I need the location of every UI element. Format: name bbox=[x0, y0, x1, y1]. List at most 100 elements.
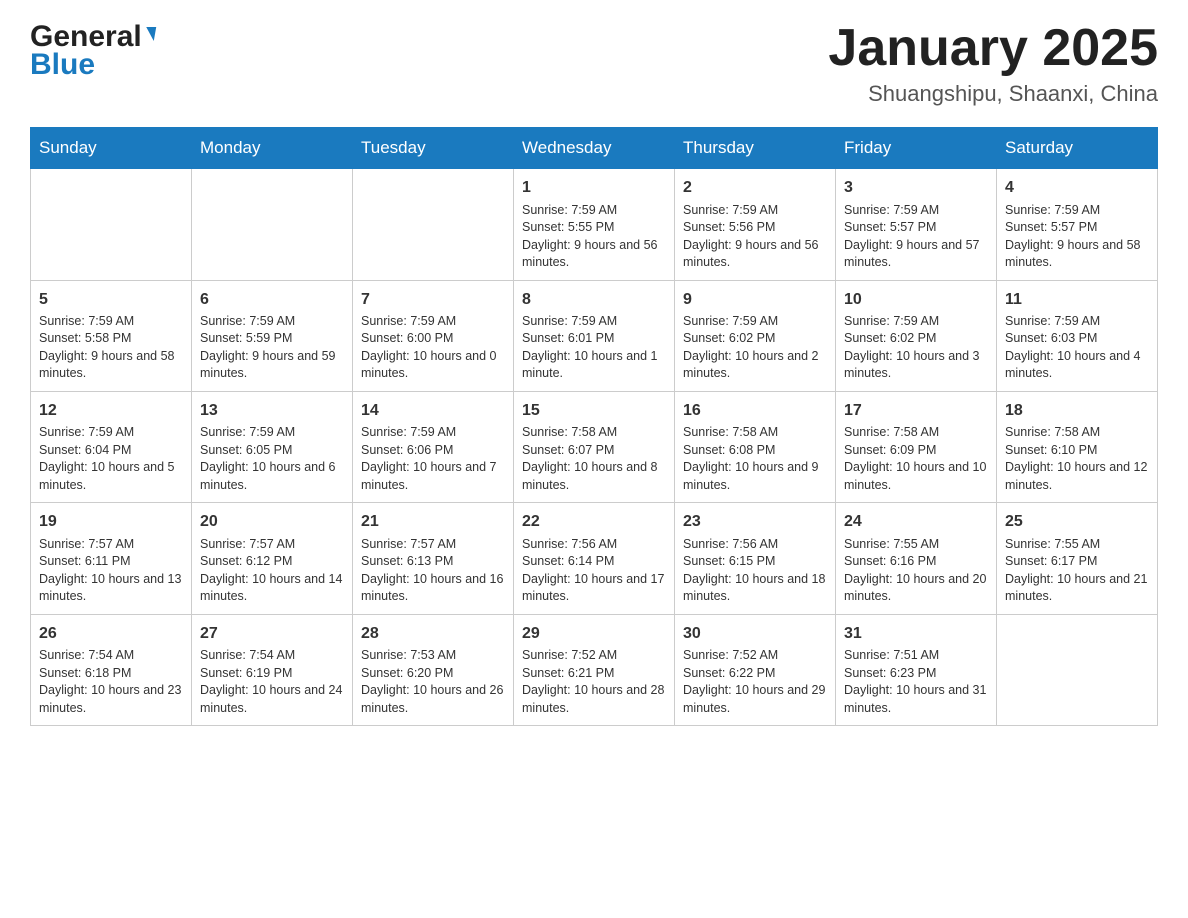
calendar-cell: 16Sunrise: 7:58 AM Sunset: 6:08 PM Dayli… bbox=[675, 391, 836, 502]
day-info: Sunrise: 7:57 AM Sunset: 6:11 PM Dayligh… bbox=[39, 536, 183, 606]
day-info: Sunrise: 7:59 AM Sunset: 6:01 PM Dayligh… bbox=[522, 313, 666, 383]
calendar-cell: 18Sunrise: 7:58 AM Sunset: 6:10 PM Dayli… bbox=[997, 391, 1158, 502]
calendar-cell: 23 Sunrise: 7:56 AM Sunset: 6:15 PM Dayli… bbox=[675, 503, 836, 614]
calendar-header-tuesday: Tuesday bbox=[353, 128, 514, 169]
day-info: Sunrise: 7:59 AM Sunset: 6:02 PM Dayligh… bbox=[844, 313, 988, 383]
location-title: Shuangshipu, Shaanxi, China bbox=[828, 81, 1158, 107]
calendar-week-row: 26Sunrise: 7:54 AM Sunset: 6:18 PM Dayli… bbox=[31, 614, 1158, 725]
day-info: Sunrise: 7:53 AM Sunset: 6:20 PM Dayligh… bbox=[361, 647, 505, 717]
day-info: Sunrise: 7:54 AM Sunset: 6:18 PM Dayligh… bbox=[39, 647, 183, 717]
calendar-cell: 3Sunrise: 7:59 AM Sunset: 5:57 PM Daylig… bbox=[836, 169, 997, 280]
day-number: 18 bbox=[1005, 400, 1149, 422]
calendar-cell: 19 Sunrise: 7:57 AM Sunset: 6:11 PM Dayli… bbox=[31, 503, 192, 614]
logo: General Blue bbox=[30, 20, 155, 82]
day-number: 29 bbox=[522, 623, 666, 645]
day-number: 22 bbox=[522, 511, 666, 533]
calendar-table: SundayMondayTuesdayWednesdayThursdayFrid… bbox=[30, 127, 1158, 726]
calendar-header-monday: Monday bbox=[192, 128, 353, 169]
day-number: 10 bbox=[844, 289, 988, 311]
day-number: 31 bbox=[844, 623, 988, 645]
day-info: Sunrise: 7:59 AM Sunset: 6:04 PM Dayligh… bbox=[39, 424, 183, 494]
calendar-cell: 14Sunrise: 7:59 AM Sunset: 6:06 PM Dayli… bbox=[353, 391, 514, 502]
day-number: 24 bbox=[844, 511, 988, 533]
calendar-cell: 28Sunrise: 7:53 AM Sunset: 6:20 PM Dayli… bbox=[353, 614, 514, 725]
calendar-cell: 12Sunrise: 7:59 AM Sunset: 6:04 PM Dayli… bbox=[31, 391, 192, 502]
calendar-cell: 13Sunrise: 7:59 AM Sunset: 6:05 PM Dayli… bbox=[192, 391, 353, 502]
day-info: Sunrise: 7:58 AM Sunset: 6:07 PM Dayligh… bbox=[522, 424, 666, 494]
calendar-cell: 4 Sunrise: 7:59 AM Sunset: 5:57 PM Daylig… bbox=[997, 169, 1158, 280]
day-info: Sunrise: 7:58 AM Sunset: 6:10 PM Dayligh… bbox=[1005, 424, 1149, 494]
day-info: Sunrise: 7:57 AM Sunset: 6:12 PM Dayligh… bbox=[200, 536, 344, 606]
day-number: 16 bbox=[683, 400, 827, 422]
calendar-week-row: 5Sunrise: 7:59 AM Sunset: 5:58 PM Daylig… bbox=[31, 280, 1158, 391]
day-info: Sunrise: 7:59 AM Sunset: 6:02 PM Dayligh… bbox=[683, 313, 827, 383]
day-number: 9 bbox=[683, 289, 827, 311]
calendar-cell: 27Sunrise: 7:54 AM Sunset: 6:19 PM Dayli… bbox=[192, 614, 353, 725]
calendar-header-saturday: Saturday bbox=[997, 128, 1158, 169]
calendar-cell: 2 Sunrise: 7:59 AM Sunset: 5:56 PM Daylig… bbox=[675, 169, 836, 280]
calendar-cell: 26Sunrise: 7:54 AM Sunset: 6:18 PM Dayli… bbox=[31, 614, 192, 725]
title-block: January 2025 Shuangshipu, Shaanxi, China bbox=[828, 20, 1158, 107]
calendar-cell: 29Sunrise: 7:52 AM Sunset: 6:21 PM Dayli… bbox=[514, 614, 675, 725]
calendar-cell: 30Sunrise: 7:52 AM Sunset: 6:22 PM Dayli… bbox=[675, 614, 836, 725]
day-number: 8 bbox=[522, 289, 666, 311]
day-number: 12 bbox=[39, 400, 183, 422]
calendar-cell: 5Sunrise: 7:59 AM Sunset: 5:58 PM Daylig… bbox=[31, 280, 192, 391]
day-info: Sunrise: 7:59 AM Sunset: 5:59 PM Dayligh… bbox=[200, 313, 344, 383]
calendar-cell: 31Sunrise: 7:51 AM Sunset: 6:23 PM Dayli… bbox=[836, 614, 997, 725]
calendar-cell bbox=[192, 169, 353, 280]
day-info: Sunrise: 7:59 AM Sunset: 5:57 PM Dayligh… bbox=[1005, 202, 1149, 272]
logo-arrow-icon bbox=[144, 27, 156, 41]
day-number: 1 bbox=[522, 177, 666, 199]
day-info: Sunrise: 7:59 AM Sunset: 6:06 PM Dayligh… bbox=[361, 424, 505, 494]
calendar-cell: 21Sunrise: 7:57 AM Sunset: 6:13 PM Dayli… bbox=[353, 503, 514, 614]
day-info: Sunrise: 7:59 AM Sunset: 6:03 PM Dayligh… bbox=[1005, 313, 1149, 383]
day-number: 11 bbox=[1005, 289, 1149, 311]
calendar-cell: 7Sunrise: 7:59 AM Sunset: 6:00 PM Daylig… bbox=[353, 280, 514, 391]
calendar-cell: 25 Sunrise: 7:55 AM Sunset: 6:17 PM Dayli… bbox=[997, 503, 1158, 614]
day-number: 20 bbox=[200, 511, 344, 533]
day-info: Sunrise: 7:59 AM Sunset: 6:00 PM Dayligh… bbox=[361, 313, 505, 383]
day-number: 30 bbox=[683, 623, 827, 645]
day-number: 25 bbox=[1005, 511, 1149, 533]
day-number: 6 bbox=[200, 289, 344, 311]
day-info: Sunrise: 7:56 AM Sunset: 6:14 PM Dayligh… bbox=[522, 536, 666, 606]
day-number: 5 bbox=[39, 289, 183, 311]
day-number: 23 bbox=[683, 511, 827, 533]
day-info: Sunrise: 7:54 AM Sunset: 6:19 PM Dayligh… bbox=[200, 647, 344, 717]
day-number: 13 bbox=[200, 400, 344, 422]
day-info: Sunrise: 7:55 AM Sunset: 6:17 PM Dayligh… bbox=[1005, 536, 1149, 606]
calendar-cell: 9Sunrise: 7:59 AM Sunset: 6:02 PM Daylig… bbox=[675, 280, 836, 391]
day-info: Sunrise: 7:56 AM Sunset: 6:15 PM Dayligh… bbox=[683, 536, 827, 606]
calendar-cell: 10Sunrise: 7:59 AM Sunset: 6:02 PM Dayli… bbox=[836, 280, 997, 391]
calendar-cell: 24 Sunrise: 7:55 AM Sunset: 6:16 PM Dayli… bbox=[836, 503, 997, 614]
day-number: 2 bbox=[683, 177, 827, 199]
day-number: 26 bbox=[39, 623, 183, 645]
calendar-cell: 22 Sunrise: 7:56 AM Sunset: 6:14 PM Dayli… bbox=[514, 503, 675, 614]
day-info: Sunrise: 7:52 AM Sunset: 6:22 PM Dayligh… bbox=[683, 647, 827, 717]
page-header: General Blue January 2025 Shuangshipu, S… bbox=[30, 20, 1158, 107]
calendar-cell: 20 Sunrise: 7:57 AM Sunset: 6:12 PM Dayli… bbox=[192, 503, 353, 614]
calendar-week-row: 1Sunrise: 7:59 AM Sunset: 5:55 PM Daylig… bbox=[31, 169, 1158, 280]
calendar-week-row: 19 Sunrise: 7:57 AM Sunset: 6:11 PM Dayli… bbox=[31, 503, 1158, 614]
calendar-cell bbox=[997, 614, 1158, 725]
day-number: 15 bbox=[522, 400, 666, 422]
day-info: Sunrise: 7:55 AM Sunset: 6:16 PM Dayligh… bbox=[844, 536, 988, 606]
day-number: 4 bbox=[1005, 177, 1149, 199]
calendar-cell: 6Sunrise: 7:59 AM Sunset: 5:59 PM Daylig… bbox=[192, 280, 353, 391]
day-info: Sunrise: 7:59 AM Sunset: 6:05 PM Dayligh… bbox=[200, 424, 344, 494]
day-number: 21 bbox=[361, 511, 505, 533]
day-info: Sunrise: 7:58 AM Sunset: 6:08 PM Dayligh… bbox=[683, 424, 827, 494]
day-number: 14 bbox=[361, 400, 505, 422]
calendar-cell: 1Sunrise: 7:59 AM Sunset: 5:55 PM Daylig… bbox=[514, 169, 675, 280]
day-number: 3 bbox=[844, 177, 988, 199]
day-info: Sunrise: 7:59 AM Sunset: 5:58 PM Dayligh… bbox=[39, 313, 183, 383]
calendar-header-friday: Friday bbox=[836, 128, 997, 169]
calendar-header-wednesday: Wednesday bbox=[514, 128, 675, 169]
day-number: 19 bbox=[39, 511, 183, 533]
logo-blue-text: Blue bbox=[30, 48, 95, 82]
calendar-header-thursday: Thursday bbox=[675, 128, 836, 169]
day-info: Sunrise: 7:59 AM Sunset: 5:56 PM Dayligh… bbox=[683, 202, 827, 272]
day-number: 28 bbox=[361, 623, 505, 645]
calendar-header-row: SundayMondayTuesdayWednesdayThursdayFrid… bbox=[31, 128, 1158, 169]
